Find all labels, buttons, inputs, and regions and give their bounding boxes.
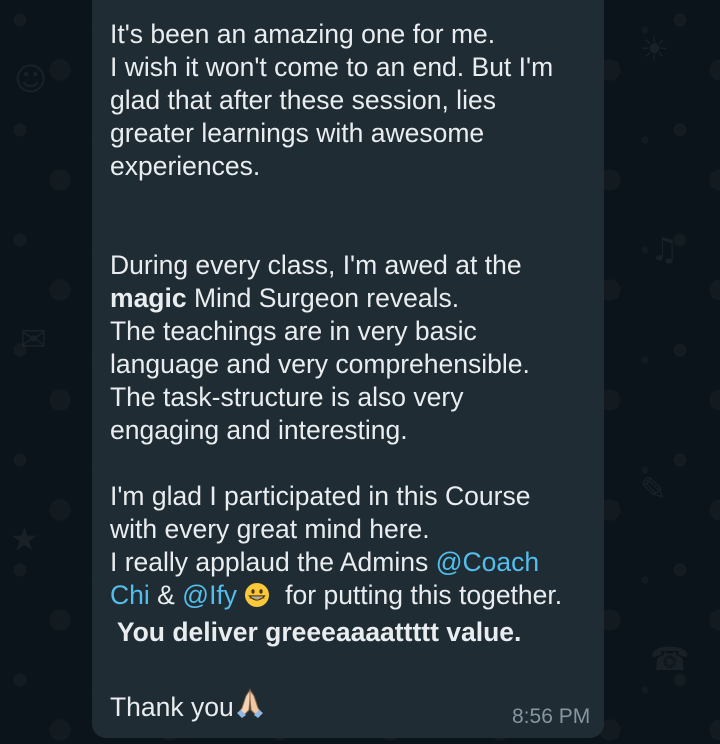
message-line: I'm glad I participated in this Course [110,481,531,511]
wallpaper-doodle-icon: ✉ [20,320,47,358]
message-line: The task-structure is also very [110,382,464,412]
message-line: with every great mind here. [110,514,430,544]
message-line: greater learnings with awesome [110,118,485,148]
message-line: glad that after these session, lies [110,85,496,115]
mention-ify[interactable]: @Ify [182,580,237,610]
message-text: It's been an amazing one for me. I wish … [110,18,595,728]
grinning-face-emoji-icon [244,582,270,616]
wallpaper-doodle-icon: ☀ [640,30,669,68]
mention-coach-chi[interactable]: Chi [110,580,150,610]
folded-hands-emoji-icon [234,686,266,728]
wallpaper-doodle-icon: ☎ [650,640,690,678]
message-timestamp: 8:56 PM [512,705,591,728]
message-line: The teachings are in very basic [110,316,477,346]
wallpaper-doodle-icon: ✎ [640,470,667,508]
wallpaper-doodle-icon: ★ [10,520,39,558]
message-line: I really applaud the Admins @Coach [110,546,595,579]
message-text-span: for putting this together. [270,580,563,610]
message-line: Chi & @Ify for putting this together. [110,579,595,616]
bold-text: magic [110,283,187,313]
wallpaper-doodle-icon: ♫ [650,230,679,268]
message-text-span: Thank you [110,692,234,722]
message-line: engaging and interesting. [110,415,408,445]
wallpaper-doodle-icon: ☺ [14,60,48,98]
message-line: experiences. [110,151,261,181]
message-text-span: Mind Surgeon reveals. [186,283,460,313]
message-line: It's been an amazing one for me. [110,19,496,49]
mention-coach-chi[interactable]: @Coach [436,547,540,577]
message-text-span: & [149,580,183,610]
message-line: language and very comprehensible. [110,349,530,379]
message-line: I wish it won't come to an end. But I'm [110,52,554,82]
message-line: During every class, I'm awed at the [110,250,522,280]
message-line: You deliver greeeaaaattttt value. [110,617,522,647]
message-text-span: I really applaud the Admins [110,547,436,577]
message-line: magic Mind Surgeon reveals. [110,282,595,315]
